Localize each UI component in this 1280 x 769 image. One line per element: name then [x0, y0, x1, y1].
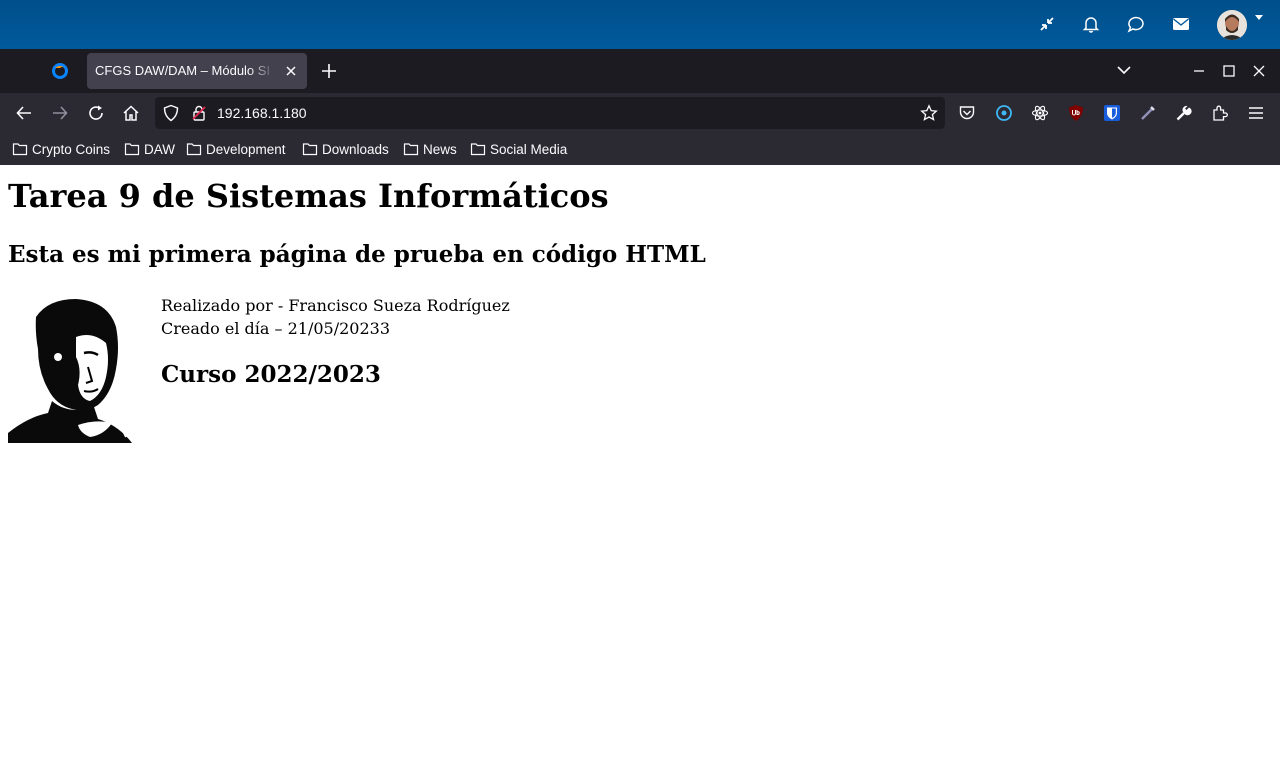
ublock-origin-icon[interactable] — [1067, 104, 1085, 122]
author-line: Realizado por - Francisco Sueza Rodrígue… — [161, 296, 510, 315]
date-line: Creado el día – 21/05/20233 — [161, 319, 390, 338]
bookmark-folder[interactable]: DAW — [124, 139, 175, 159]
folder-icon — [186, 143, 202, 156]
user-avatar[interactable] — [1217, 10, 1247, 40]
bookmarks-toolbar: Crypto Coins DAW Development Downloads N… — [0, 133, 1280, 165]
maximize-icon[interactable] — [1221, 63, 1237, 79]
extensions-icon[interactable] — [1211, 104, 1229, 122]
eyedropper-icon[interactable] — [1139, 104, 1157, 122]
bookmark-label: Social Media — [490, 141, 568, 157]
extension-target-icon[interactable] — [995, 104, 1013, 122]
web-page: Tarea 9 de Sistemas Informáticos Esta es… — [0, 165, 1280, 769]
home-icon[interactable] — [122, 104, 140, 122]
close-window-icon[interactable] — [1251, 63, 1267, 79]
back-icon[interactable] — [15, 104, 33, 122]
minimize-icon[interactable] — [1191, 63, 1207, 79]
folder-icon — [403, 143, 419, 156]
react-devtools-icon[interactable] — [1031, 104, 1049, 122]
tab-title: CFGS DAW/DAM – Módulo SI – Tarea 9 — [95, 63, 275, 78]
menu-icon[interactable] — [1247, 104, 1265, 122]
bookmark-folder[interactable]: Crypto Coins — [12, 139, 110, 159]
bell-icon[interactable] — [1081, 14, 1101, 34]
close-icon[interactable] — [284, 64, 298, 78]
folder-icon — [12, 143, 28, 156]
folder-icon — [470, 143, 486, 156]
chevron-down-icon[interactable] — [1116, 62, 1132, 78]
reload-icon[interactable] — [87, 104, 105, 122]
firefox-view-icon[interactable] — [51, 62, 69, 80]
shield-icon[interactable] — [162, 104, 180, 122]
compress-icon[interactable] — [1037, 14, 1057, 34]
page-title: Tarea 9 de Sistemas Informáticos — [8, 177, 609, 215]
wrench-icon[interactable] — [1175, 104, 1193, 122]
bitwarden-icon[interactable] — [1103, 104, 1121, 122]
pocket-icon[interactable] — [958, 104, 976, 122]
star-icon[interactable] — [920, 104, 938, 122]
bookmark-label: Crypto Coins — [32, 141, 111, 157]
author-photo — [8, 297, 136, 443]
folder-icon — [124, 143, 140, 156]
mail-icon[interactable] — [1171, 14, 1191, 34]
page-subtitle: Esta es mi primera página de prueba en c… — [8, 241, 706, 268]
bookmark-folder[interactable]: News — [403, 139, 457, 159]
folder-icon — [302, 143, 318, 156]
course-heading: Curso 2022/2023 — [161, 361, 381, 388]
author-info: Realizado por - Francisco Sueza Rodrígue… — [161, 294, 510, 340]
os-top-panel — [0, 0, 1280, 49]
tab-strip: CFGS DAW/DAM – Módulo SI – Tarea 9 — [0, 49, 1280, 93]
bookmark-label: DAW — [144, 141, 175, 157]
chat-icon[interactable] — [1126, 14, 1146, 34]
plus-icon[interactable] — [320, 62, 338, 80]
navigation-toolbar: 192.168.1.180 — [0, 93, 1280, 133]
bookmark-label: News — [423, 141, 457, 157]
bookmark-folder[interactable]: Social Media — [470, 139, 567, 159]
forward-icon[interactable] — [51, 104, 69, 122]
bookmark-label: Development — [206, 141, 286, 157]
url-bar[interactable]: 192.168.1.180 — [155, 97, 945, 129]
url-text[interactable]: 192.168.1.180 — [217, 105, 307, 121]
bookmark-label: Downloads — [322, 141, 389, 157]
bookmark-folder[interactable]: Development — [186, 139, 286, 159]
bookmark-folder[interactable]: Downloads — [302, 139, 389, 159]
tab-active[interactable]: CFGS DAW/DAM – Módulo SI – Tarea 9 — [87, 53, 307, 89]
chevron-down-icon[interactable] — [1254, 14, 1264, 22]
insecure-lock-icon[interactable] — [190, 104, 208, 122]
